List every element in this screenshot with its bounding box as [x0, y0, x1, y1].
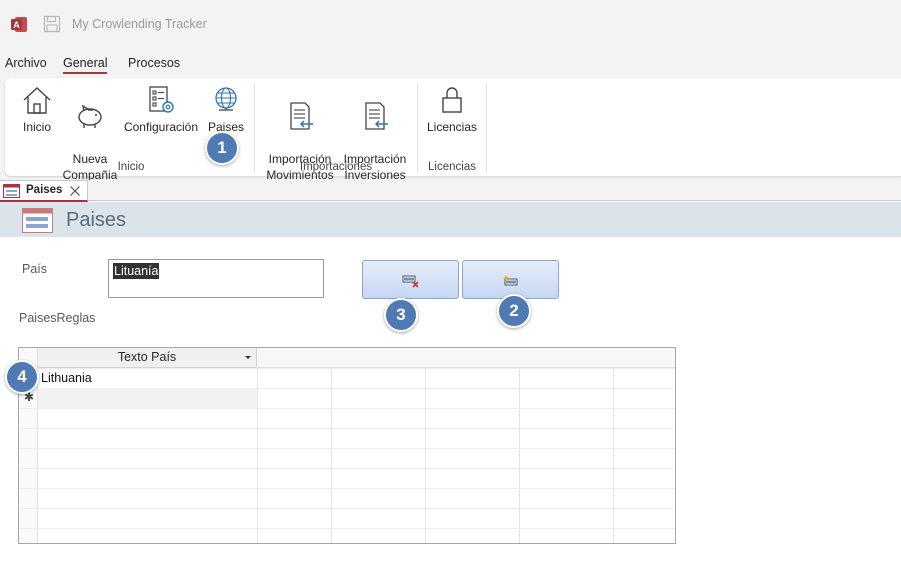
- pais-value: Lituanía: [113, 263, 160, 279]
- grid-line: [19, 448, 675, 449]
- settings-checklist-icon: [149, 86, 174, 113]
- column-header-label: Texto País: [117, 350, 177, 364]
- save-icon[interactable]: [43, 15, 61, 33]
- new-record-icon: [503, 275, 518, 286]
- inicio-button[interactable]: Inicio: [17, 84, 57, 135]
- grid-line: [331, 348, 332, 543]
- globe-icon: [215, 87, 237, 111]
- ribbon-label-licencias: Licencias: [426, 120, 478, 134]
- delete-record-icon: [402, 275, 419, 288]
- configuracion-button[interactable]: Configuración: [123, 84, 199, 135]
- licencias-button[interactable]: Licencias: [425, 84, 479, 135]
- callout-3: 3: [384, 298, 418, 332]
- group-label-inicio: Inicio: [117, 161, 145, 173]
- paises-button[interactable]: Paises: [205, 84, 247, 135]
- tab-procesos[interactable]: Procesos: [128, 56, 180, 70]
- grid-line: [425, 348, 426, 543]
- paises-reglas-subform[interactable]: Texto País Lithuania ✱: [18, 347, 676, 544]
- group-separator: [486, 84, 487, 172]
- group-label-licencias: Licencias: [428, 161, 476, 173]
- sort-dropdown-icon[interactable]: [245, 356, 251, 359]
- svg-text:A: A: [13, 20, 20, 30]
- new-record-row[interactable]: [38, 388, 257, 408]
- grid-line: [19, 508, 675, 509]
- grid-line: [257, 348, 258, 543]
- grid-line: [19, 428, 675, 429]
- texto-pais-cell[interactable]: Lithuania: [41, 371, 92, 385]
- callout-1: 1: [205, 131, 239, 165]
- import-document-icon: [290, 102, 313, 130]
- group-separator: [417, 84, 418, 172]
- document-tab-paises[interactable]: Paises: [0, 180, 88, 202]
- column-header-texto-pais[interactable]: Texto País: [38, 348, 257, 368]
- table-row[interactable]: Lithuania: [38, 368, 257, 388]
- group-label-importaciones: Importaciones: [299, 161, 373, 173]
- grid-line: [19, 468, 675, 469]
- lock-icon: [442, 87, 462, 113]
- ribbon-label-inicio: Inicio: [22, 120, 51, 134]
- grid-line: [19, 488, 675, 489]
- piggy-bank-icon: [78, 104, 102, 128]
- tab-archivo[interactable]: Archivo: [5, 56, 47, 70]
- menu-bar: Archivo General Procesos: [0, 48, 901, 78]
- document-tab-strip: Paises: [0, 180, 901, 202]
- document-tab-label: Paises: [26, 184, 63, 196]
- form-icon: [22, 208, 53, 233]
- grid-line: [613, 348, 614, 543]
- tab-general[interactable]: General: [63, 56, 108, 74]
- callout-2: 2: [497, 294, 531, 328]
- new-record-button[interactable]: [462, 260, 559, 299]
- delete-record-button[interactable]: [362, 260, 459, 299]
- callout-4: 4: [5, 360, 39, 394]
- pais-input[interactable]: Lituanía: [108, 259, 324, 298]
- empty-header-area: [257, 348, 675, 368]
- pais-label: País: [22, 262, 48, 276]
- import-document-icon: [365, 102, 388, 130]
- app-title: My Crowlending Tracker: [72, 17, 207, 31]
- grid-line: [519, 348, 520, 543]
- grid-line: [19, 528, 675, 529]
- ribbon-label-configuracion: Configuración: [123, 120, 199, 134]
- close-icon[interactable]: [69, 185, 81, 197]
- form-icon: [3, 184, 20, 198]
- grid-line: [19, 408, 675, 409]
- ribbon: Inicio Nueva Compañia Configuración Pais…: [5, 78, 901, 182]
- title-bar: A My Crowlending Tracker: [0, 0, 901, 48]
- access-logo-icon: A: [11, 17, 27, 32]
- group-separator: [254, 84, 255, 172]
- home-icon: [23, 87, 51, 114]
- paises-reglas-label: PaisesReglas: [19, 311, 96, 325]
- form-title: Paises: [66, 209, 127, 231]
- form-header: Paises: [0, 202, 901, 237]
